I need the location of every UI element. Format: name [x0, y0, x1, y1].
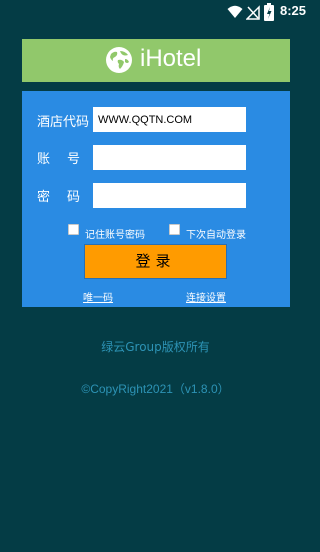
hotel-code-input[interactable]: [93, 107, 246, 132]
battery-icon: [264, 3, 274, 21]
account-input[interactable]: [93, 145, 246, 170]
status-bar: 8:25: [0, 0, 311, 24]
remember-checkbox[interactable]: [68, 224, 79, 235]
password-label: 密码: [37, 190, 98, 205]
remember-label: 记住账号密码: [85, 230, 145, 241]
wifi-icon: [227, 5, 243, 18]
hotel-code-label: 酒店代码: [37, 115, 90, 130]
globe-icon: [106, 47, 132, 73]
auto-login-checkbox[interactable]: [169, 224, 180, 235]
copyright-version: ©CopyRight2021（v1.8.0）: [81, 382, 230, 396]
clock: 8:25: [280, 3, 307, 18]
connection-settings-link[interactable]: 连接设置: [186, 289, 226, 304]
unique-code-link[interactable]: 唯一码: [83, 289, 113, 304]
app-name: iHotel: [140, 45, 202, 72]
account-label: 账号: [37, 152, 98, 167]
signal-icon: [246, 5, 260, 20]
login-button[interactable]: 登录: [84, 244, 227, 279]
copyright-owner: 绿云Group版权所有: [101, 340, 210, 354]
password-input[interactable]: [93, 183, 246, 208]
auto-login-label: 下次自动登录: [186, 230, 246, 241]
logo-banner: iHotel: [22, 39, 290, 82]
login-form: 酒店代码 账号 密码 记住账号密码 下次自动登录 登录 唯一码 连接设置: [22, 91, 290, 307]
